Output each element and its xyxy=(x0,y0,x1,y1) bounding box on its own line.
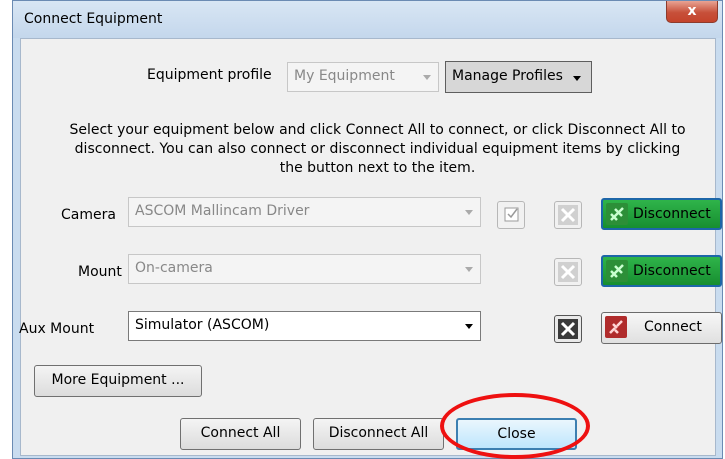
equipment-profile-select[interactable]: My Equipment xyxy=(287,62,439,92)
mount-driver-value: On-camera xyxy=(135,260,213,276)
aux-mount-driver-select[interactable]: Simulator (ASCOM) xyxy=(128,311,481,341)
mount-disconnect-label: Disconnect xyxy=(633,263,711,279)
wrench-screwdriver-icon xyxy=(558,205,578,225)
close-icon: x xyxy=(687,3,697,19)
annotation-circle xyxy=(440,393,590,459)
camera-disconnect-button[interactable]: Disconnect xyxy=(601,198,722,230)
aux-mount-connect-label: Connect xyxy=(644,319,702,335)
window-title: Connect Equipment xyxy=(24,11,163,27)
device-label-aux-mount: Aux Mount xyxy=(19,321,95,337)
chevron-down-icon xyxy=(465,324,473,329)
instructions-text: Select your equipment below and click Co… xyxy=(69,122,686,176)
plug-connected-icon xyxy=(606,203,628,225)
checkbox-icon xyxy=(504,207,519,222)
equipment-profile-label: Equipment profile xyxy=(147,67,272,83)
aux-mount-driver-value: Simulator (ASCOM) xyxy=(135,317,270,333)
plug-connected-icon xyxy=(606,260,628,282)
aux-mount-connect-button[interactable]: Connect xyxy=(601,312,722,344)
more-equipment-button[interactable]: More Equipment ... xyxy=(34,365,202,397)
wrench-screwdriver-icon xyxy=(558,262,578,282)
manage-profiles-label: Manage Profiles xyxy=(452,68,563,84)
chevron-down-icon xyxy=(423,75,431,80)
camera-settings-button[interactable] xyxy=(554,201,582,229)
close-window-button[interactable]: x xyxy=(666,1,718,23)
equipment-profile-value: My Equipment xyxy=(294,68,395,84)
title-bar: Connect Equipment x xyxy=(13,1,722,38)
device-label-mount: Mount xyxy=(78,264,122,280)
chevron-down-icon xyxy=(465,267,473,272)
chevron-down-icon xyxy=(465,210,473,215)
wrench-screwdriver-icon xyxy=(558,319,578,339)
camera-options-button[interactable] xyxy=(497,201,525,229)
chevron-down-icon xyxy=(573,76,581,81)
connect-all-button[interactable]: Connect All xyxy=(180,418,301,450)
camera-driver-value: ASCOM Mallincam Driver xyxy=(135,203,310,219)
mount-driver-select[interactable]: On-camera xyxy=(128,254,481,284)
camera-disconnect-label: Disconnect xyxy=(633,206,711,222)
aux-mount-settings-button[interactable] xyxy=(554,315,582,343)
device-label-camera: Camera xyxy=(61,207,116,223)
mount-disconnect-button[interactable]: Disconnect xyxy=(601,255,722,287)
mount-settings-button[interactable] xyxy=(554,258,582,286)
plug-disconnected-icon xyxy=(605,316,627,338)
manage-profiles-button[interactable]: Manage Profiles xyxy=(445,61,592,93)
camera-driver-select[interactable]: ASCOM Mallincam Driver xyxy=(128,197,481,227)
disconnect-all-button[interactable]: Disconnect All xyxy=(313,418,444,450)
